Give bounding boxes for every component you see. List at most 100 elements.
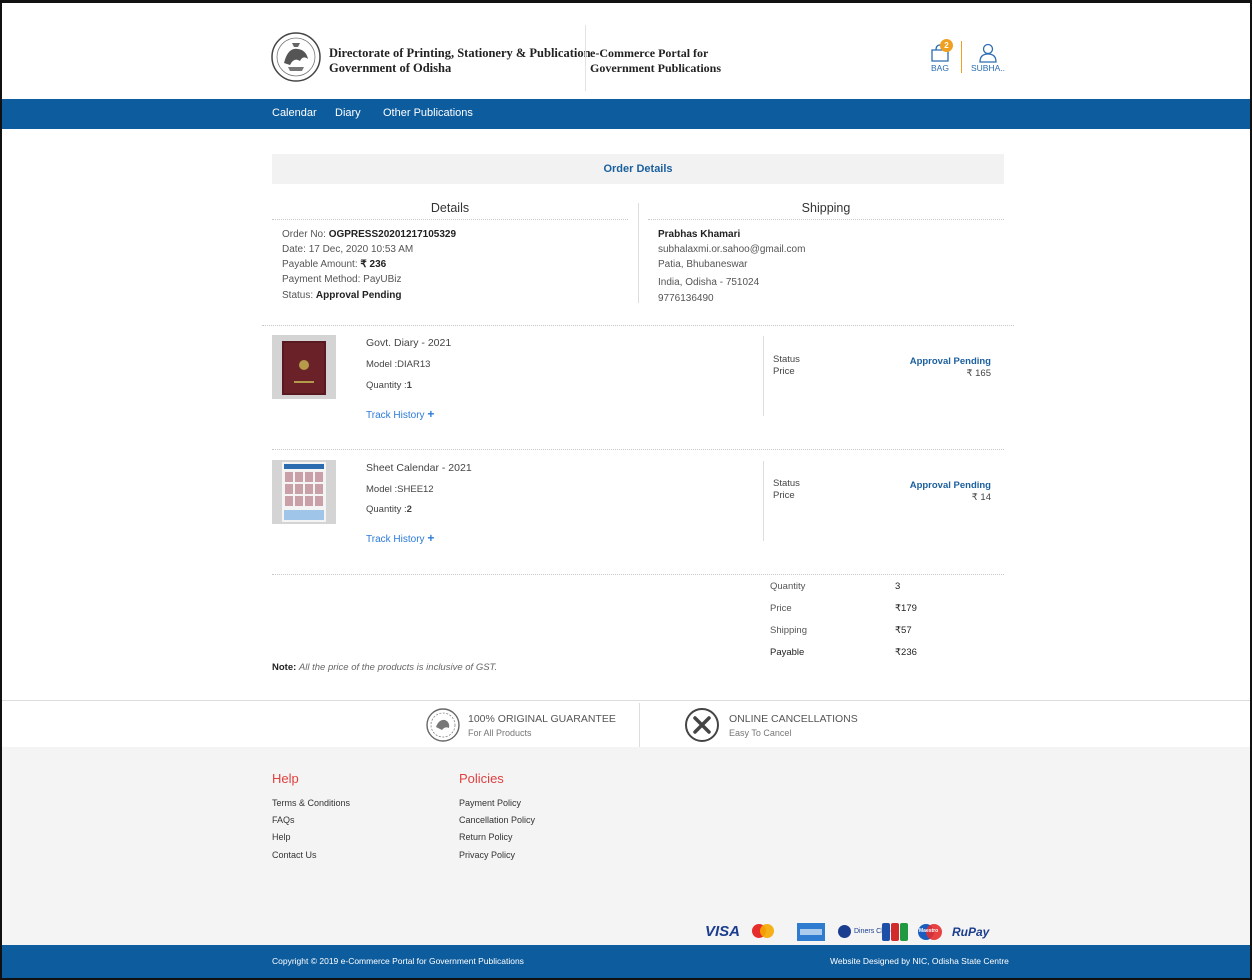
- item-price: ₹ 14: [971, 492, 991, 503]
- item-status: Approval Pending: [909, 480, 991, 491]
- summary-shipping-label: Shipping: [770, 625, 807, 636]
- column-divider: [638, 203, 639, 303]
- item-quantity: Quantity :1: [366, 380, 412, 391]
- order-date: Date: 17 Dec, 2020 10:53 AM: [282, 244, 414, 255]
- product-image-calendar[interactable]: [272, 460, 336, 524]
- bag-count-badge: 2: [940, 39, 953, 52]
- status-label: Status: [773, 354, 800, 365]
- nav-calendar[interactable]: Calendar: [272, 107, 317, 119]
- odisha-emblem-logo[interactable]: [270, 31, 322, 83]
- shipping-phone: 9776136490: [658, 293, 714, 304]
- payable-amount: Payable Amount: ₹ 236: [282, 259, 387, 270]
- summary-shipping: ₹57: [895, 625, 912, 636]
- item-quantity: Quantity :2: [366, 504, 412, 515]
- designed-by-text[interactable]: Website Designed by NIC, Odisha State Ce…: [830, 956, 1009, 966]
- visa-logo: VISA: [705, 923, 741, 940]
- plus-icon: +: [427, 531, 435, 545]
- page-frame: { "header": { "dept_line1": "Directorate…: [0, 0, 1252, 980]
- user-icon: [979, 43, 997, 63]
- bag-button[interactable]: 2 BAG: [926, 39, 954, 75]
- dept-line-1: Directorate of Printing, Stationery & Pu…: [329, 46, 591, 60]
- order-details-title: Order Details: [272, 154, 1004, 184]
- footer-link-terms[interactable]: Terms & Conditions: [272, 798, 350, 808]
- divider: [763, 336, 764, 416]
- footer-link-payment-policy[interactable]: Payment Policy: [459, 798, 521, 808]
- divider: [272, 574, 1004, 575]
- divider: [272, 449, 1004, 450]
- bag-separator: [961, 41, 962, 73]
- item-name[interactable]: Govt. Diary - 2021: [366, 337, 451, 349]
- bag-label: BAG: [931, 63, 949, 73]
- copyright-bar: Copyright © 2019 e-Commerce Portal for G…: [2, 945, 1250, 978]
- status-label: Status: [773, 478, 800, 489]
- item-price: ₹ 165: [966, 368, 991, 379]
- amex-logo: [797, 923, 825, 941]
- user-account-button[interactable]: SUBHA..: [970, 41, 1006, 75]
- diary-cover-image: [272, 335, 336, 399]
- help-heading: Help: [272, 771, 299, 786]
- site-header: Directorate of Printing, Stationery & Pu…: [2, 3, 1250, 99]
- summary-price-label: Price: [770, 603, 792, 614]
- product-image-diary[interactable]: [272, 335, 336, 399]
- user-label: SUBHA..: [970, 63, 1005, 73]
- item-name[interactable]: Sheet Calendar - 2021: [366, 462, 472, 474]
- gst-note: Note: All the price of the products is i…: [272, 662, 498, 673]
- maestro-text: Maestro: [919, 928, 939, 934]
- cancel-icon: [685, 708, 719, 742]
- jcb-logo: [882, 923, 908, 941]
- diners-mark-icon: [838, 925, 851, 938]
- footer-link-help[interactable]: Help: [272, 832, 291, 842]
- header-divider: [585, 25, 586, 91]
- track-history-link[interactable]: Track History +: [366, 407, 434, 421]
- nav-other-publications[interactable]: Other Publications: [383, 107, 473, 119]
- item-status: Approval Pending: [909, 356, 991, 367]
- site-footer: Help Terms & Conditions FAQs Help Contac…: [2, 747, 1250, 945]
- divider: [763, 461, 764, 541]
- summary-price: ₹179: [895, 603, 917, 614]
- cancellation-title: ONLINE CANCELLATIONS: [729, 713, 858, 725]
- divider: [648, 219, 1004, 220]
- details-heading: Details: [430, 201, 470, 215]
- summary-payable-label: Payable: [770, 647, 805, 658]
- dept-line-2: Government of Odisha: [329, 61, 452, 75]
- summary-quantity: 3: [895, 581, 901, 592]
- original-guarantee-icon: [426, 708, 460, 742]
- portal-line-1: e-Commerce Portal for: [590, 46, 709, 60]
- footer-link-faqs[interactable]: FAQs: [272, 815, 295, 825]
- footer-link-return-policy[interactable]: Return Policy: [459, 832, 513, 842]
- plus-icon: +: [427, 407, 435, 421]
- portal-line-2: Government Publications: [590, 61, 721, 75]
- policies-heading: Policies: [459, 771, 504, 786]
- track-history-link[interactable]: Track History +: [366, 531, 434, 545]
- guarantee-title: 100% ORIGINAL GUARANTEE: [468, 713, 616, 725]
- main-nav: Calendar Diary Other Publications: [2, 99, 1250, 129]
- order-status: Status: Approval Pending: [282, 290, 402, 301]
- copyright-text: Copyright © 2019 e-Commerce Portal for G…: [272, 956, 524, 966]
- footer-link-privacy-policy[interactable]: Privacy Policy: [459, 850, 515, 860]
- summary-quantity-label: Quantity: [770, 581, 806, 592]
- item-model: Model :DIAR13: [366, 359, 431, 370]
- rupay-logo: RuPay: [952, 925, 990, 939]
- price-label: Price: [773, 490, 795, 501]
- guarantee-subtitle: For All Products: [468, 728, 532, 738]
- divider: [272, 219, 628, 220]
- calendar-sheet-image: [272, 460, 336, 524]
- divider: [262, 325, 1014, 326]
- footer-link-contact[interactable]: Contact Us: [272, 850, 317, 860]
- order-number: Order No: OGPRESS20201217105329: [282, 229, 457, 240]
- price-label: Price: [773, 366, 795, 377]
- footer-link-cancellation-policy[interactable]: Cancellation Policy: [459, 815, 535, 825]
- item-model: Model :SHEE12: [366, 484, 434, 495]
- guarantee-bar: 100% ORIGINAL GUARANTEE For All Products…: [2, 700, 1250, 748]
- summary-payable: ₹236: [895, 647, 917, 658]
- shipping-name: Prabhas Khamari: [658, 229, 741, 240]
- shipping-address-1: Patia, Bhubaneswar: [658, 259, 748, 270]
- cancellation-subtitle: Easy To Cancel: [729, 728, 792, 738]
- mastercard-logo: [752, 924, 774, 938]
- shipping-address-2: India, Odisha - 751024: [658, 277, 760, 288]
- shipping-email: subhalaxmi.or.sahoo@gmail.com: [658, 244, 806, 255]
- shipping-heading: Shipping: [801, 201, 851, 215]
- nav-diary[interactable]: Diary: [335, 107, 361, 119]
- divider: [639, 703, 640, 747]
- payment-method: Payment Method: PayUBiz: [282, 274, 402, 285]
